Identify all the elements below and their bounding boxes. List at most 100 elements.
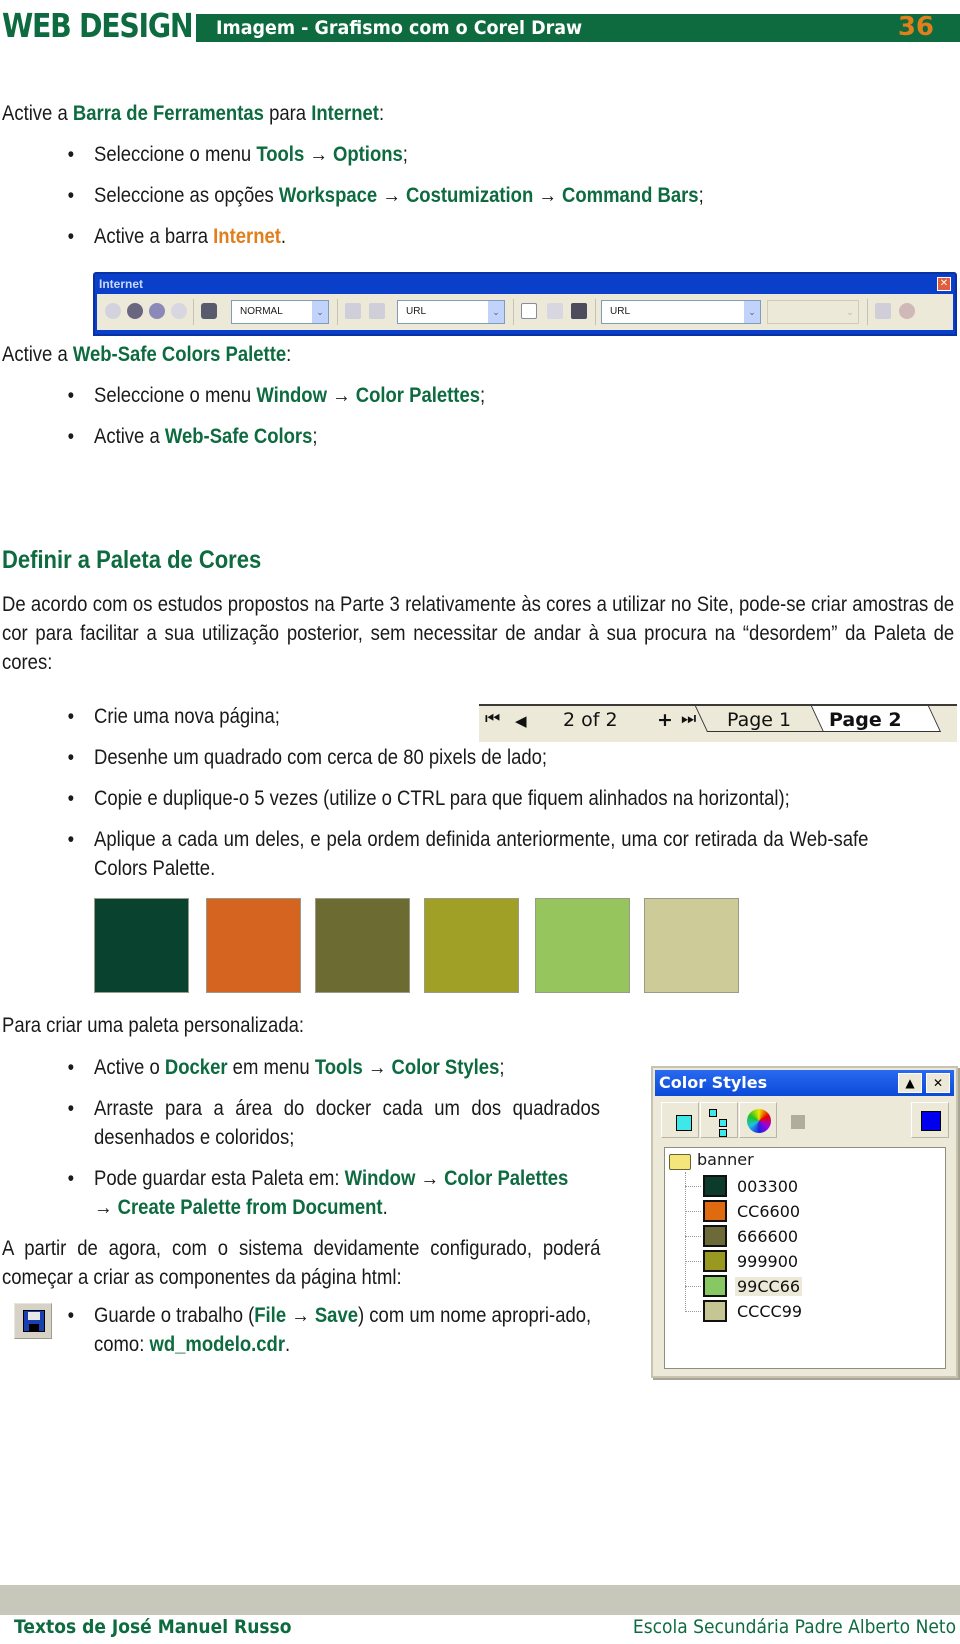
page-number: 36: [897, 12, 934, 42]
list-item: Arraste para a área do docker cada um do…: [68, 1094, 600, 1152]
rollover-icon[interactable]: [571, 303, 587, 319]
combo-value: NORMAL: [240, 306, 283, 317]
tree-item[interactable]: 999900: [685, 1249, 800, 1273]
section-heading: Definir a Paleta de Cores: [2, 546, 262, 574]
arrow: →: [304, 143, 333, 166]
url-combo[interactable]: URL ⌄: [601, 300, 761, 324]
chevron-down-icon[interactable]: ⌄: [312, 301, 328, 323]
list-item: Aplique a cada um deles, e pela ordem de…: [68, 825, 869, 883]
color-label: CC6600: [737, 1201, 801, 1221]
text: ;: [480, 384, 486, 407]
prev-page-icon[interactable]: ◀: [515, 712, 527, 730]
edit-link-icon[interactable]: [127, 303, 143, 319]
folder-icon: [669, 1154, 691, 1170]
text: Active a barra: [94, 225, 214, 248]
color-label: 99CC66: [735, 1276, 803, 1296]
text: Seleccione o menu: [94, 143, 257, 166]
target-icon[interactable]: [149, 303, 165, 319]
color-wheel-icon[interactable]: [739, 1102, 777, 1138]
color-swatch[interactable]: [424, 898, 519, 993]
url-target-combo[interactable]: URL ⌄: [397, 300, 505, 324]
text: .: [280, 225, 287, 248]
new-color-style-icon[interactable]: [661, 1102, 699, 1138]
separator: [193, 299, 194, 325]
term: Color Styles: [391, 1056, 500, 1079]
arrow: →: [415, 1167, 445, 1190]
arrow: →: [94, 1196, 118, 1219]
arrow: →: [286, 1304, 315, 1327]
style-combo[interactable]: NORMAL ⌄: [231, 300, 329, 324]
tree-item[interactable]: CC6600: [685, 1199, 802, 1223]
list-item: Seleccione o menu Window → Color Palette…: [68, 381, 486, 410]
color-swatch[interactable]: [644, 898, 739, 993]
docker-title-bar: Color Styles ▲ ✕: [655, 1070, 954, 1096]
add-page-icon[interactable]: +: [657, 709, 673, 731]
close-icon[interactable]: ✕: [926, 1073, 950, 1093]
brand-title: WEB DESIGN: [2, 6, 194, 45]
tab-page-2[interactable]: Page 2: [829, 709, 902, 731]
color-label: CCCC99: [737, 1301, 803, 1321]
tab-page-1[interactable]: Page 1: [727, 709, 791, 731]
text: Seleccione o menu: [94, 384, 257, 407]
color-label: 003300: [737, 1176, 799, 1196]
term: wd_modelo.cdr: [149, 1333, 286, 1356]
list-item: Pode guardar esta Paleta em: Window → Co…: [68, 1164, 604, 1222]
tree-line: [685, 1172, 686, 1312]
combo-value: URL: [610, 306, 631, 317]
tree-connector: [685, 1211, 701, 1212]
text: Active a: [2, 102, 73, 125]
tree-item[interactable]: 003300: [685, 1174, 800, 1198]
tree-item[interactable]: 666600: [685, 1224, 800, 1248]
header-bar: Imagem - Grafismo com o Corel Draw 36: [196, 12, 960, 42]
text: .: [285, 1333, 291, 1356]
save-icon[interactable]: [14, 1303, 52, 1339]
last-page-icon[interactable]: ⏭: [681, 709, 696, 729]
color-styles-docker: Color Styles ▲ ✕ banner 003300 CC6600 6666…: [651, 1066, 958, 1378]
footer-bar: [0, 1585, 960, 1615]
separator: [513, 299, 514, 325]
term: Create Palette from Document: [117, 1196, 383, 1219]
term: File: [254, 1304, 287, 1327]
tree-item[interactable]: CCCC99: [685, 1299, 804, 1323]
arrow: →: [326, 384, 356, 407]
list-item: Desenhe um quadrado com cerca de 80 pixe…: [68, 743, 547, 772]
section3-paragraph: De acordo com os estudos propostos na Pa…: [2, 593, 955, 674]
term: Save: [314, 1304, 359, 1327]
page-counter: 2 of 2: [563, 709, 618, 731]
collapse-icon[interactable]: ▲: [898, 1073, 922, 1093]
bookmark-combo: ⌄: [767, 300, 859, 324]
bookmark-manager-icon: [547, 303, 563, 319]
toolbar-title: Internet: [99, 277, 144, 291]
hotspot-icon[interactable]: [521, 303, 537, 319]
color-label: 999900: [737, 1251, 799, 1271]
tree-item[interactable]: 99CC66: [685, 1274, 803, 1298]
docker-title: Color Styles: [659, 1073, 768, 1092]
first-page-icon[interactable]: ⏮: [485, 709, 500, 729]
footer-author: Textos de José Manuel Russo: [14, 1616, 292, 1638]
list-item: Crie uma nova página;: [68, 702, 280, 731]
close-icon[interactable]: ✕: [937, 277, 951, 291]
trash-disabled-icon: [369, 303, 385, 319]
internet-object-icon[interactable]: [201, 303, 217, 319]
text: em menu: [227, 1056, 315, 1079]
new-child-color-icon[interactable]: [700, 1102, 738, 1138]
chevron-down-icon[interactable]: ⌄: [744, 301, 760, 323]
color-swatch-icon[interactable]: [911, 1102, 949, 1138]
text: ;: [402, 143, 408, 166]
text: ;: [312, 425, 318, 448]
text: .: [382, 1196, 388, 1219]
list-item: Copie e duplique-o 5 vezes (utilize o CT…: [68, 784, 790, 813]
globe-icon[interactable]: [105, 303, 121, 319]
tree-connector: [685, 1261, 701, 1262]
text: Seleccione as opções: [94, 184, 279, 207]
color-swatch[interactable]: [535, 898, 630, 993]
term: Web-Safe Colors Palette: [72, 343, 287, 366]
tree-folder-label[interactable]: banner: [697, 1150, 754, 1169]
bookmark-icon[interactable]: [171, 303, 187, 319]
color-swatch[interactable]: [315, 898, 410, 993]
color-swatch[interactable]: [94, 898, 189, 993]
color-swatch[interactable]: [206, 898, 301, 993]
term: Color Palettes: [355, 384, 481, 407]
chevron-down-icon[interactable]: ⌄: [488, 301, 504, 323]
separator: [595, 299, 596, 325]
